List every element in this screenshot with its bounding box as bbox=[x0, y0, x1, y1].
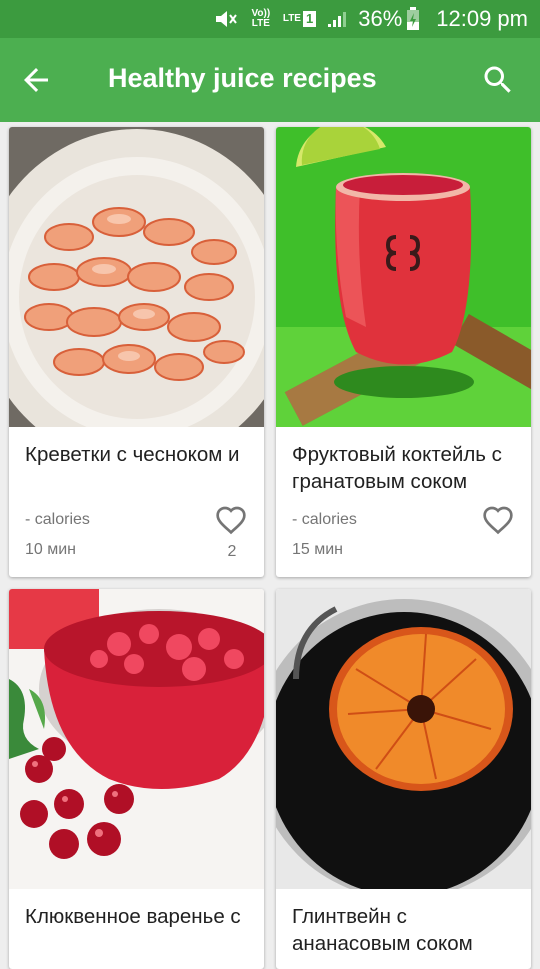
favorite-button[interactable] bbox=[482, 505, 514, 535]
recipe-image-cranberry-jam bbox=[9, 589, 264, 889]
recipe-card[interactable]: Фруктовый коктейль с гранатовым соком - … bbox=[276, 127, 531, 577]
recipe-title: Клюквенное варенье с bbox=[25, 905, 241, 928]
heart-outline-icon bbox=[483, 506, 513, 535]
recipe-calories: - calories bbox=[292, 511, 357, 528]
recipe-calories: - calories bbox=[25, 511, 90, 528]
recipe-card[interactable]: Глинтвейн с ананасовым соком bbox=[276, 589, 531, 969]
recipe-title: Фруктовый коктейль с гранатовым соком bbox=[292, 443, 502, 493]
volte-indicator: Vo)) LTE bbox=[251, 8, 271, 29]
battery-charging-icon bbox=[406, 7, 420, 31]
recipe-image-shrimp bbox=[9, 127, 264, 427]
page-title: Healthy juice recipes bbox=[108, 63, 377, 93]
recipe-title: Креветки с чесноком и bbox=[25, 443, 240, 466]
status-bar: Vo)) LTE LTE 1 36% 12:09 pm bbox=[0, 0, 540, 38]
signal-icon bbox=[326, 9, 348, 29]
heart-outline-icon bbox=[216, 506, 246, 535]
back-button[interactable] bbox=[18, 62, 54, 98]
search-icon bbox=[484, 66, 511, 93]
recipe-grid: Креветки с чесноком и - calories 10 мин … bbox=[0, 122, 540, 969]
lte-signal-indicator: LTE 1 bbox=[282, 11, 317, 27]
favorite-button[interactable] bbox=[215, 505, 247, 535]
app-bar: Healthy juice recipes bbox=[0, 38, 540, 122]
recipe-image-mulled-wine bbox=[276, 589, 531, 889]
recipe-title: Глинтвейн с ананасовым соком bbox=[292, 905, 473, 955]
recipe-time: 10 мин bbox=[25, 541, 77, 558]
search-button[interactable] bbox=[480, 62, 516, 98]
sim-number: 1 bbox=[302, 11, 317, 27]
recipe-card[interactable]: Клюквенное варенье с bbox=[9, 589, 264, 969]
arrow-back-icon bbox=[24, 68, 48, 92]
clock: 12:09 pm bbox=[436, 6, 528, 31]
mute-icon bbox=[213, 8, 239, 30]
recipe-card[interactable]: Креветки с чесноком и - calories 10 мин … bbox=[9, 127, 264, 577]
likes-count: 2 bbox=[227, 543, 237, 560]
lte-label: LTE bbox=[282, 13, 301, 24]
recipe-image-pomegranate-cocktail bbox=[276, 127, 531, 427]
battery-percent: 36% bbox=[358, 6, 403, 31]
recipe-time: 15 мин bbox=[292, 541, 344, 558]
